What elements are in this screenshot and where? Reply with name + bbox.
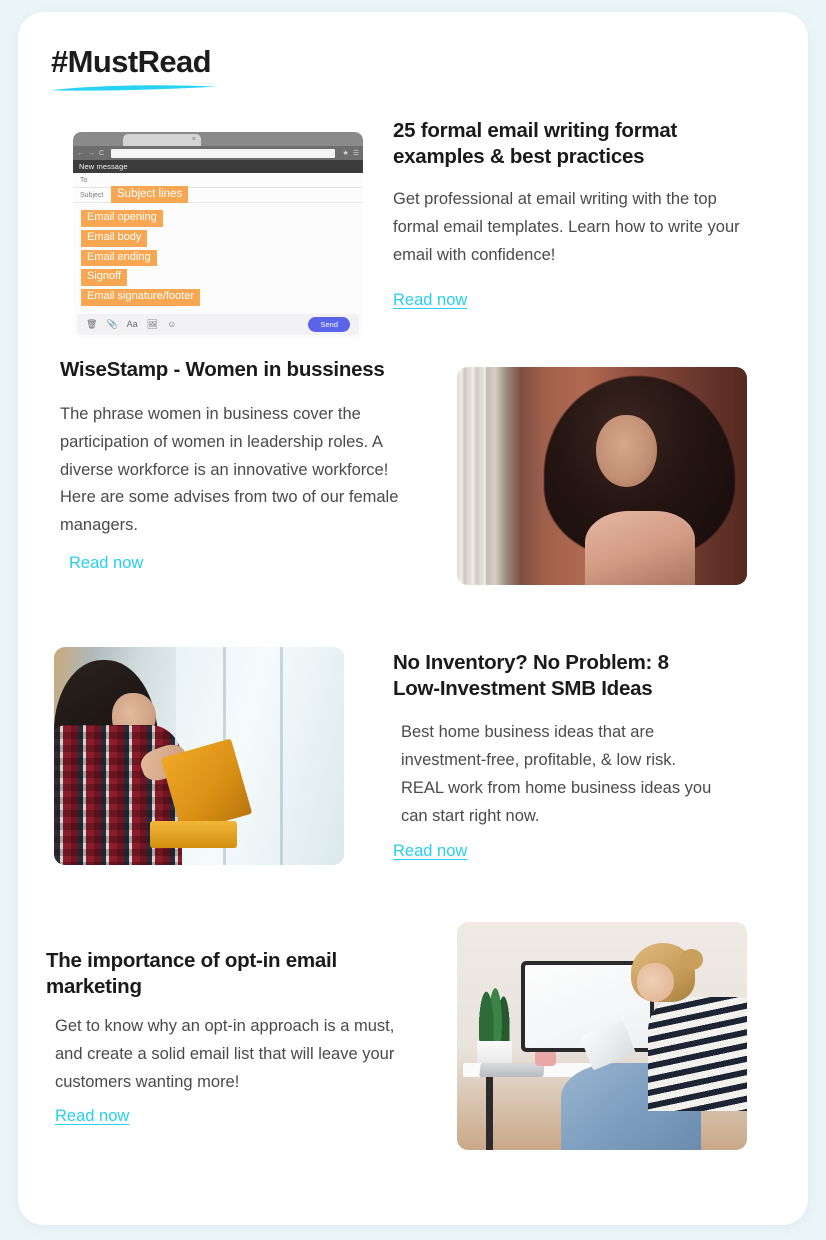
to-field-label: To: [80, 176, 88, 184]
torso-layer: [584, 510, 695, 585]
striped-shirt-layer: [648, 997, 747, 1112]
article-2-title: WiseStamp - Women in bussiness: [60, 358, 385, 381]
article-2-body: The phrase women in business cover the p…: [60, 405, 399, 535]
article-1-body: Get professional at email writing with t…: [393, 190, 740, 264]
browser-nav-bar: ← → C ★ ☰: [73, 146, 363, 160]
compose-toolbar: 🗑 📎 Aa 🖼 ☺ Send: [77, 314, 359, 335]
face-layer: [596, 414, 658, 487]
close-icon: ×: [191, 136, 196, 143]
page-title: #MustRead: [51, 44, 212, 79]
image-icon[interactable]: 🖼: [147, 320, 158, 329]
photo-layers: [457, 367, 747, 585]
curtain-layer: [457, 367, 486, 585]
back-arrow-icon: ←: [77, 149, 84, 157]
article-1-read-now-link[interactable]: Read now: [393, 291, 467, 310]
article-2: WiseStamp - Women in bussiness The phras…: [60, 357, 400, 573]
subject-field-row: Subject Subject lines: [73, 186, 363, 204]
desk-leg-layer: [486, 1077, 494, 1150]
email-mockup-image: × ← → C ★ ☰ New message To Subject Subje…: [73, 132, 363, 339]
article-3-read-now-link[interactable]: Read now: [393, 842, 467, 861]
emoji-icon[interactable]: ☺: [167, 320, 176, 329]
laptop-layer: [479, 1063, 545, 1078]
article-1-title: 25 formal email writing format examples …: [393, 119, 678, 169]
compose-window-title: New message: [73, 160, 363, 173]
reload-icon: C: [99, 149, 105, 157]
article-1: 25 formal email writing format examples …: [393, 118, 745, 310]
send-button[interactable]: Send: [308, 317, 350, 332]
box-lower-layer: [149, 821, 237, 848]
photo-layers: [54, 647, 344, 865]
article-3: No Inventory? No Problem: 8 Low-Investme…: [393, 650, 713, 861]
tag-email-signature-footer: Email signature/footer: [81, 289, 200, 306]
article-4-body: Get to know why an opt-in approach is a …: [55, 1017, 395, 1091]
subject-field-label: Subject: [80, 191, 104, 199]
address-bar: [111, 148, 336, 158]
trash-icon[interactable]: 🗑: [86, 320, 97, 329]
forward-arrow-icon: →: [88, 149, 95, 157]
page-header: #MustRead: [51, 44, 220, 94]
article-3-photo-woman-packing: [54, 647, 344, 865]
article-3-title: No Inventory? No Problem: 8 Low-Investme…: [393, 651, 669, 701]
header-underline-stroke: [51, 85, 216, 91]
browser-tab-bar: ×: [73, 132, 363, 146]
plant-layer: [474, 985, 515, 1046]
tag-email-opening: Email opening: [81, 210, 163, 227]
mug-layer: [535, 1051, 556, 1066]
article-3-body: Best home business ideas that are invest…: [401, 723, 712, 825]
photo-layers: [457, 922, 747, 1150]
article-2-photo-woman-smiling: [457, 367, 747, 585]
menu-icon: ☰: [352, 150, 359, 157]
article-4: The importance of opt-in email marketing…: [46, 948, 406, 1126]
star-icon: ★: [342, 150, 349, 157]
hair-bun-layer: [680, 949, 704, 970]
tag-signoff: Signoff: [81, 269, 128, 286]
article-2-read-now-link[interactable]: Read now: [69, 554, 143, 573]
tag-email-ending: Email ending: [81, 249, 157, 267]
text-format-icon[interactable]: Aa: [127, 320, 138, 329]
newsletter-card: #MustRead × ← → C ★ ☰ New message To Sub…: [18, 12, 808, 1225]
article-4-read-now-link[interactable]: Read now: [55, 1107, 129, 1126]
article-4-photo-woman-at-desk: [457, 922, 747, 1150]
browser-tab: ×: [123, 134, 201, 146]
tag-email-body: Email body: [81, 229, 148, 247]
tag-subject-lines: Subject lines: [111, 186, 189, 204]
email-body-tags: Email opening Email body Email ending Si…: [73, 203, 363, 306]
article-4-title: The importance of opt-in email marketing: [46, 949, 337, 999]
attachment-icon[interactable]: 📎: [106, 320, 117, 329]
